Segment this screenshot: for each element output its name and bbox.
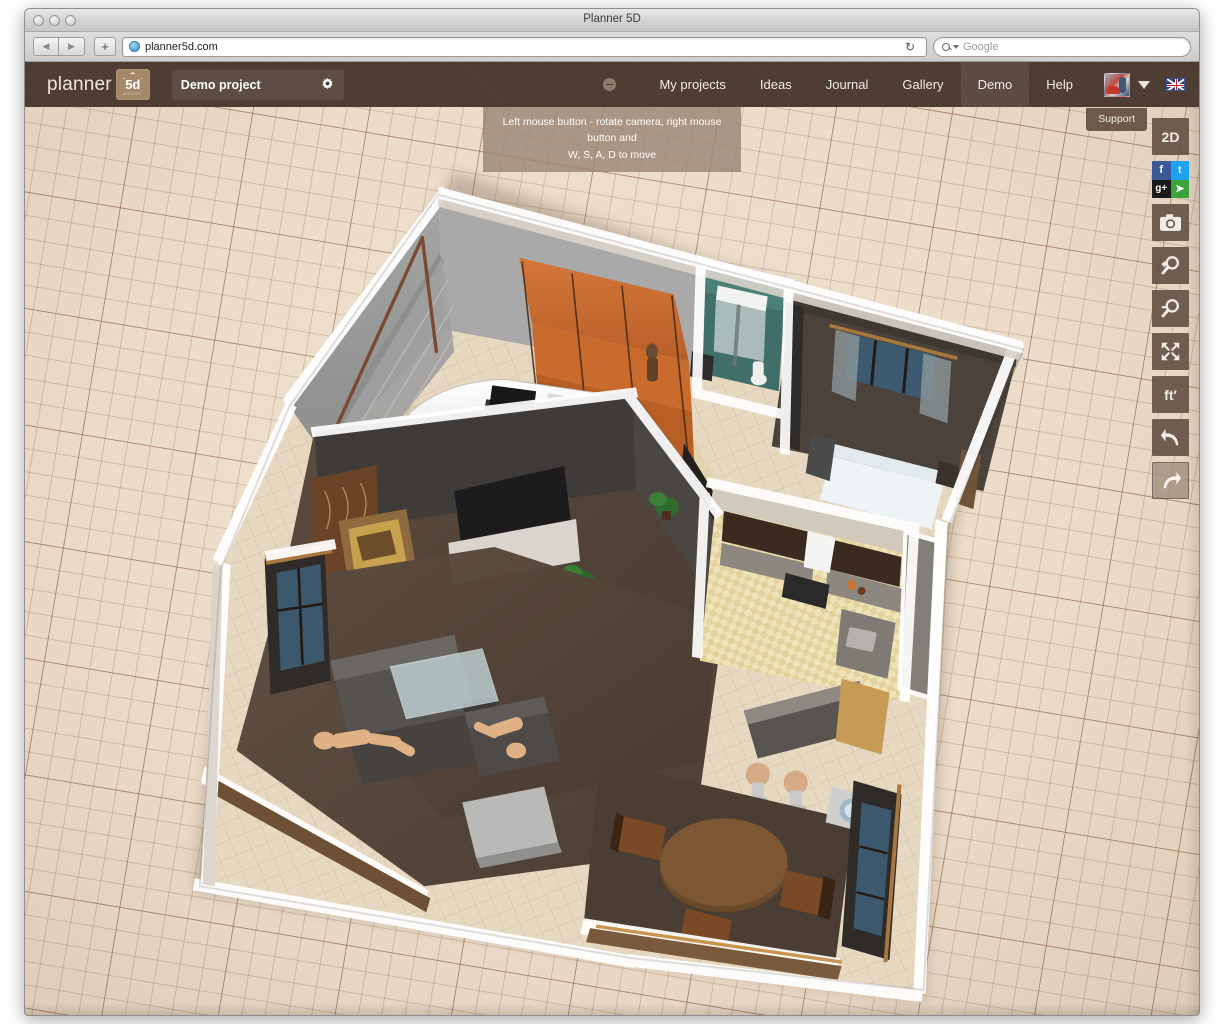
facebook-icon[interactable]: f <box>1152 161 1171 180</box>
window-title: Planner 5D <box>25 13 1199 25</box>
nav-gallery[interactable]: Gallery <box>885 62 960 107</box>
browser-toolbar: ◀ ▶ + planner5d.com ↻ Google <box>25 32 1199 62</box>
chevron-down-icon <box>953 45 959 49</box>
fullscreen-button[interactable] <box>1152 333 1189 370</box>
window-titlebar: Planner 5D <box>25 9 1199 32</box>
undo-arrow-icon <box>1160 428 1182 448</box>
new-tab-button[interactable]: + <box>94 37 116 56</box>
toggle-2d-button[interactable]: 2D <box>1152 118 1189 155</box>
app-logo[interactable]: planner 5d HOUSE <box>47 69 150 100</box>
nav-journal[interactable]: Journal <box>809 62 886 107</box>
social-share-group: f t g+ ➤ <box>1152 161 1189 198</box>
project-name-text: Demo project <box>181 78 261 92</box>
site-globe-icon <box>129 41 140 52</box>
reload-icon[interactable]: ↻ <box>900 40 920 54</box>
nav-my-projects[interactable]: My projects <box>642 62 742 107</box>
gear-icon[interactable] <box>320 77 335 92</box>
undo-button[interactable] <box>1152 419 1189 456</box>
google-plus-icon[interactable]: g+ <box>1152 180 1171 199</box>
logo-wordmark: planner <box>47 74 112 96</box>
nav-help[interactable]: Help <box>1029 62 1090 107</box>
main-navigation: My projects Ideas Journal Gallery Demo H… <box>603 62 1199 107</box>
chevron-down-icon[interactable] <box>1138 81 1150 89</box>
house-roof-icon <box>123 72 143 79</box>
screenshot-button[interactable] <box>1152 204 1189 241</box>
search-input[interactable]: Google <box>933 37 1191 57</box>
minimize-panel-icon[interactable] <box>603 78 616 91</box>
address-bar[interactable]: planner5d.com ↻ <box>122 37 927 57</box>
zoom-out-button[interactable] <box>1152 290 1189 327</box>
project-name-field[interactable]: Demo project <box>172 70 344 100</box>
viewport-toolbar: 2D f t g+ ➤ <box>1152 118 1189 499</box>
browser-window: Planner 5D ◀ ▶ + planner5d.com ↻ Google <box>24 8 1200 1016</box>
nav-demo[interactable]: Demo <box>961 62 1030 107</box>
redo-arrow-icon <box>1160 471 1182 491</box>
app-header: planner 5d HOUSE Demo project <box>25 62 1199 107</box>
nav-ideas[interactable]: Ideas <box>743 62 809 107</box>
twitter-icon[interactable]: t <box>1171 161 1190 180</box>
back-button[interactable]: ◀ <box>33 37 59 56</box>
navigation-buttons: ◀ ▶ <box>33 37 85 56</box>
logo-badge-number: 5d <box>125 78 140 91</box>
logo-house-badge: 5d HOUSE <box>116 69 150 100</box>
search-placeholder: Google <box>963 41 998 53</box>
share-icon[interactable]: ➤ <box>1171 180 1190 199</box>
blueprint-grid-background <box>25 62 1199 1015</box>
forward-button[interactable]: ▶ <box>59 37 85 56</box>
tooltip-line-2: W, S, A, D to move <box>493 147 731 163</box>
support-button[interactable]: Support <box>1086 108 1147 131</box>
url-text: planner5d.com <box>145 41 218 53</box>
camera-controls-tooltip: Left mouse button - rotate camera, right… <box>483 107 741 172</box>
search-icon <box>942 43 950 51</box>
camera-icon <box>1160 214 1181 231</box>
expand-arrows-icon <box>1160 341 1181 362</box>
logo-badge-sub: HOUSE <box>124 92 142 96</box>
zoom-in-button[interactable] <box>1152 247 1189 284</box>
zoom-out-icon <box>1160 298 1181 319</box>
app-viewport: planner 5d HOUSE Demo project <box>25 62 1199 1015</box>
units-button[interactable]: ft′ <box>1152 376 1189 413</box>
zoom-in-icon <box>1160 255 1181 276</box>
redo-button[interactable] <box>1152 462 1189 499</box>
tooltip-line-1: Left mouse button - rotate camera, right… <box>493 114 731 147</box>
uk-flag-icon[interactable] <box>1166 78 1185 91</box>
avatar[interactable] <box>1104 73 1130 97</box>
